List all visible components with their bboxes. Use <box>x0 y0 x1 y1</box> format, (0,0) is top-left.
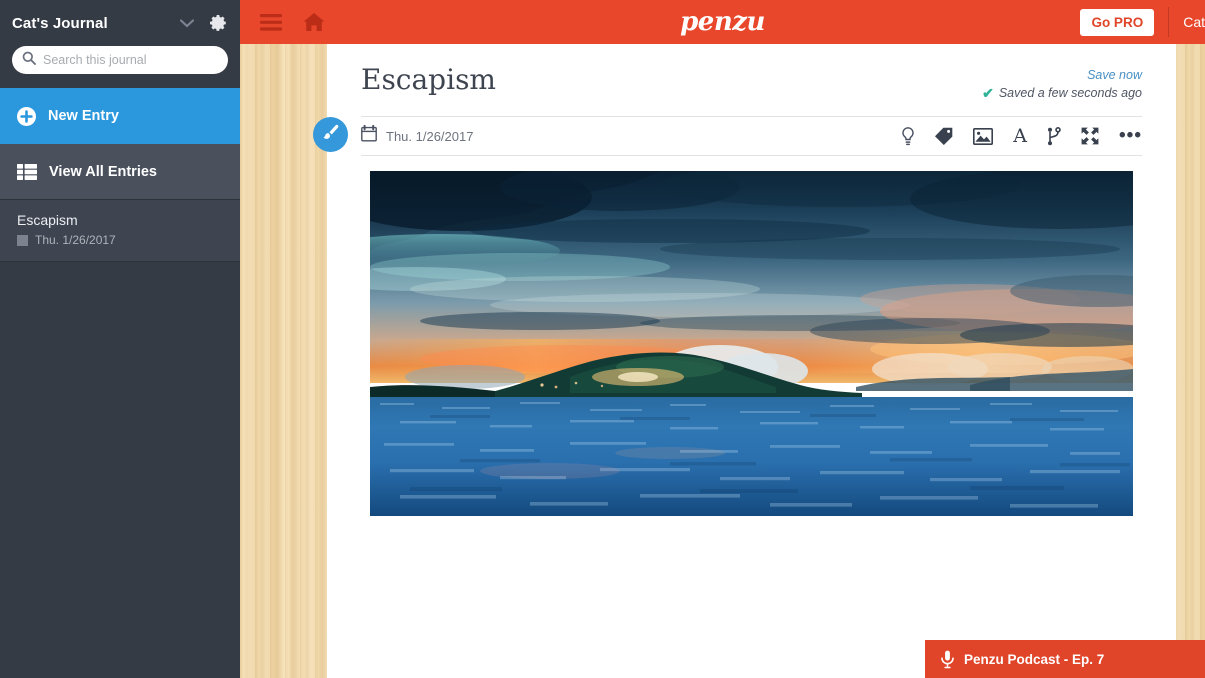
check-icon: ✔ <box>982 85 994 101</box>
sidebar-entry-escapism[interactable]: Escapism Thu. 1/26/2017 <box>0 200 240 262</box>
photo-svg <box>370 171 1133 516</box>
search-box[interactable] <box>12 46 228 74</box>
view-all-label: View All Entries <box>49 163 157 180</box>
entry-list-date: Thu. 1/26/2017 <box>35 233 116 247</box>
microphone-icon <box>941 650 954 669</box>
plus-circle-icon <box>17 106 36 126</box>
save-now-link[interactable]: Save now <box>982 68 1142 82</box>
account-name[interactable]: Cat <box>1183 14 1205 30</box>
entry-list-title: Escapism <box>17 212 78 228</box>
top-navigation-bar: penzu Go PRO Cat <box>240 0 1205 44</box>
entry-square-icon <box>17 234 28 246</box>
penzu-logo: penzu <box>680 7 765 37</box>
topbar-divider <box>1168 7 1170 37</box>
sidebar: Cat's Journal Search this journal New En… <box>0 0 240 678</box>
home-icon[interactable] <box>303 12 325 32</box>
gear-icon[interactable] <box>208 13 228 33</box>
entry-tools: A ••• <box>901 126 1142 146</box>
font-icon[interactable]: A <box>1013 126 1027 146</box>
branch-icon[interactable] <box>1047 126 1061 146</box>
page-content: Escapism Save now ✔ Saved a few seconds … <box>327 44 1176 156</box>
tag-icon[interactable] <box>935 127 953 145</box>
new-entry-label: New Entry <box>48 108 119 124</box>
journal-title: Cat's Journal <box>12 14 108 32</box>
entry-list-meta: Thu. 1/26/2017 <box>17 233 240 247</box>
entry-toolbar-row: Thu. 1/26/2017 A ••• <box>361 116 1142 156</box>
entry-date-group[interactable]: Thu. 1/26/2017 <box>361 124 901 147</box>
entry-date: Thu. 1/26/2017 <box>386 128 474 144</box>
entry-title-row: Escapism Save now ✔ Saved a few seconds … <box>361 62 1142 100</box>
saved-status-text: Saved a few seconds ago <box>998 86 1142 100</box>
calendar-icon <box>361 124 377 147</box>
paintbrush-icon <box>321 123 340 147</box>
list-icon <box>17 163 37 180</box>
go-pro-button[interactable]: Go PRO <box>1080 8 1155 36</box>
chevron-down-icon[interactable] <box>180 18 194 28</box>
new-entry-button[interactable]: New Entry <box>0 88 240 144</box>
entry-title[interactable]: Escapism <box>361 62 982 98</box>
expand-icon[interactable] <box>1081 127 1099 145</box>
view-all-entries-button[interactable]: View All Entries <box>0 144 240 200</box>
search-container <box>0 46 240 88</box>
entry-photo[interactable] <box>370 171 1133 516</box>
save-status-group: Save now ✔ Saved a few seconds ago <box>982 62 1142 100</box>
podcast-label: Penzu Podcast - Ep. 7 <box>964 651 1105 667</box>
hamburger-icon[interactable] <box>260 13 282 31</box>
search-input[interactable] <box>43 53 218 67</box>
paintbrush-button[interactable] <box>313 117 348 152</box>
lightbulb-icon[interactable] <box>901 126 915 146</box>
sidebar-header: Cat's Journal <box>0 0 240 46</box>
podcast-banner[interactable]: Penzu Podcast - Ep. 7 <box>925 640 1205 678</box>
more-icon[interactable]: ••• <box>1119 126 1142 146</box>
search-icon <box>22 51 36 70</box>
saved-status-row: ✔ Saved a few seconds ago <box>982 86 1142 100</box>
logo-container: penzu <box>240 0 1205 44</box>
topbar-right: Go PRO Cat <box>1080 0 1205 44</box>
image-icon[interactable] <box>973 127 994 145</box>
